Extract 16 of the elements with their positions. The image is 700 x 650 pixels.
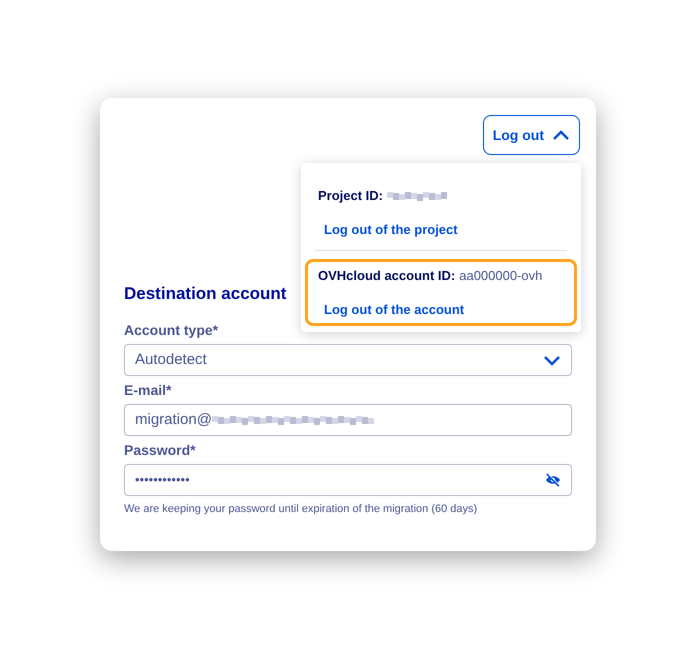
account-type-select[interactable]: Autodetect: [124, 344, 572, 376]
id-value: aa000000-ovh: [459, 267, 542, 285]
id-label: Project ID:: [318, 187, 384, 205]
field-label: Password*: [124, 441, 197, 460]
password-field[interactable]: ••••••••••••: [124, 464, 572, 496]
id-label: OVHcloud account ID:: [318, 267, 456, 285]
field-label: Account type*: [124, 321, 220, 340]
logout-link[interactable]: Log out of the account: [324, 300, 564, 319]
email-field[interactable]: migration@: [124, 404, 572, 436]
password-hint: We are keeping your password until expiration of the migration (60 days): [124, 502, 478, 517]
logout-link[interactable]: Log out of the project: [324, 220, 564, 239]
field-label: E-mail*: [124, 381, 172, 400]
section-title: Destination account: [124, 283, 288, 305]
log-out-button[interactable]: Log out: [482, 115, 580, 155]
chevron-down-icon: [543, 354, 561, 366]
hide-password-icon[interactable]: [545, 473, 561, 487]
